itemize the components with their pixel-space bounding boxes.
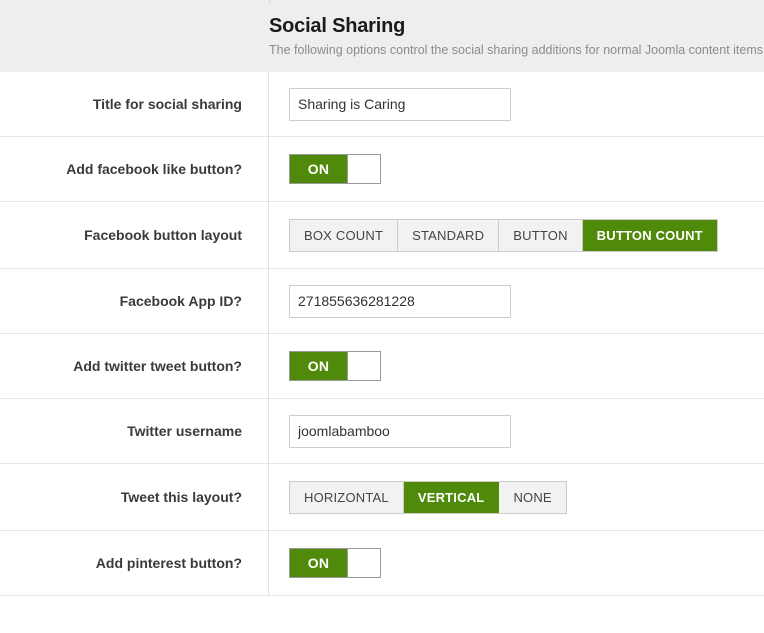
- field-twitter-username: [269, 414, 764, 448]
- row-title-for-social-sharing: Title for social sharing: [0, 72, 764, 137]
- row-add-pinterest-button: Add pinterest button? ON: [0, 531, 764, 596]
- tweet-layout-option-vertical[interactable]: VERTICAL: [403, 481, 500, 513]
- tweet-layout-group: HORIZONTAL VERTICAL NONE: [289, 480, 567, 514]
- tweet-layout-option-none[interactable]: NONE: [499, 481, 566, 513]
- row-tweet-this-layout: Tweet this layout? HORIZONTAL VERTICAL N…: [0, 464, 764, 531]
- label-add-pinterest-button: Add pinterest button?: [0, 531, 269, 595]
- field-add-pinterest-button: ON: [269, 548, 764, 578]
- twitter-tweet-toggle-state: ON: [290, 352, 347, 380]
- facebook-like-toggle-knob[interactable]: [347, 155, 380, 183]
- facebook-like-toggle-state: ON: [290, 155, 347, 183]
- row-add-twitter-tweet-button: Add twitter tweet button? ON: [0, 334, 764, 399]
- field-title-for-social-sharing: [269, 87, 764, 121]
- twitter-username-input[interactable]: [289, 414, 511, 448]
- label-tweet-this-layout: Tweet this layout?: [0, 464, 269, 530]
- title-for-social-sharing-input[interactable]: [289, 87, 511, 121]
- row-twitter-username: Twitter username: [0, 399, 764, 464]
- label-add-facebook-like-button: Add facebook like button?: [0, 137, 269, 201]
- facebook-like-toggle[interactable]: ON: [289, 154, 381, 184]
- field-add-twitter-tweet-button: ON: [269, 351, 764, 381]
- label-twitter-username: Twitter username: [0, 399, 269, 463]
- pinterest-toggle-knob[interactable]: [347, 549, 380, 577]
- page-description: The following options control the social…: [269, 43, 764, 57]
- row-add-facebook-like-button: Add facebook like button? ON: [0, 137, 764, 202]
- row-facebook-button-layout: Facebook button layout BOX COUNT STANDAR…: [0, 202, 764, 269]
- facebook-button-layout-group: BOX COUNT STANDARD BUTTON BUTTON COUNT: [289, 218, 718, 252]
- tweet-layout-option-horizontal[interactable]: HORIZONTAL: [290, 481, 404, 513]
- twitter-tweet-toggle[interactable]: ON: [289, 351, 381, 381]
- label-title-for-social-sharing: Title for social sharing: [0, 72, 269, 136]
- facebook-layout-option-standard[interactable]: STANDARD: [398, 219, 500, 251]
- settings-form: Title for social sharing Add facebook li…: [0, 72, 764, 596]
- field-add-facebook-like-button: ON: [269, 154, 764, 184]
- pinterest-toggle-state: ON: [290, 549, 347, 577]
- label-add-twitter-tweet-button: Add twitter tweet button?: [0, 334, 269, 398]
- panel-header-content: Social Sharing The following options con…: [269, 0, 764, 59]
- facebook-layout-option-box-count[interactable]: BOX COUNT: [290, 219, 399, 251]
- label-facebook-app-id: Facebook App ID?: [0, 269, 269, 333]
- label-facebook-button-layout: Facebook button layout: [0, 202, 269, 268]
- field-facebook-button-layout: BOX COUNT STANDARD BUTTON BUTTON COUNT: [269, 218, 764, 252]
- field-facebook-app-id: [269, 284, 764, 318]
- pinterest-toggle[interactable]: ON: [289, 548, 381, 578]
- panel-header: Social Sharing The following options con…: [0, 0, 764, 72]
- facebook-layout-option-button-count[interactable]: BUTTON COUNT: [582, 219, 717, 251]
- page-title: Social Sharing: [269, 15, 406, 37]
- twitter-tweet-toggle-knob[interactable]: [347, 352, 380, 380]
- facebook-app-id-input[interactable]: [289, 284, 511, 318]
- field-tweet-this-layout: HORIZONTAL VERTICAL NONE: [269, 480, 764, 514]
- facebook-layout-option-button[interactable]: BUTTON: [499, 219, 583, 251]
- row-facebook-app-id: Facebook App ID?: [0, 269, 764, 334]
